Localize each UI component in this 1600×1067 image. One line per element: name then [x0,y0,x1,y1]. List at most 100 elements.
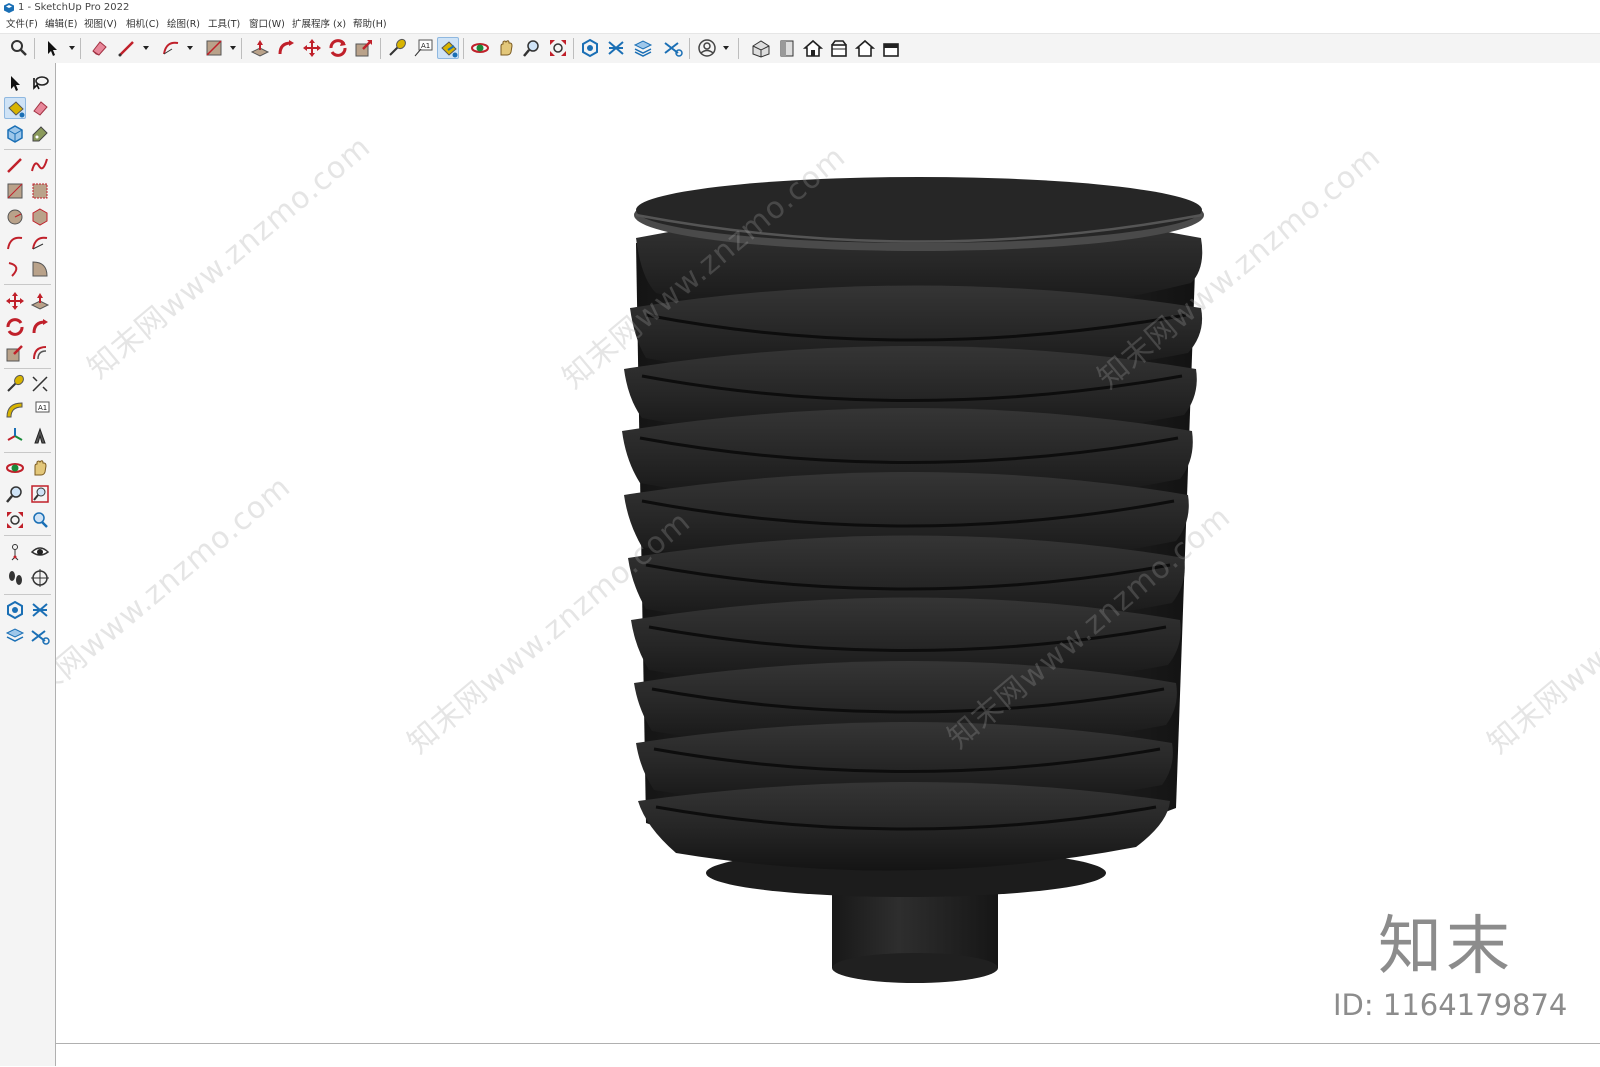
toolbar-separator [4,149,51,150]
eraser-icon[interactable] [88,37,110,59]
3d-text-icon[interactable] [29,425,51,447]
zoom-extents-icon[interactable] [4,509,26,531]
toolbar-separator [573,38,574,59]
title-bar: 1 - SketchUp Pro 2022 [0,0,1600,16]
arc-icon[interactable] [160,37,182,59]
text-icon[interactable]: A1 [412,37,434,59]
asset-id-label: ID: 1164179874 [1333,988,1568,1022]
menu-view[interactable]: 视图(V) [82,16,119,33]
push-pull-icon[interactable] [29,290,51,312]
sketchup-logo-icon [4,3,14,13]
zoom-window-icon[interactable] [29,483,51,505]
rotate-icon[interactable] [4,316,26,338]
side-view-icon[interactable] [828,37,850,59]
arc-icon[interactable] [4,232,26,254]
protractor-icon[interactable] [4,399,26,421]
pan-icon[interactable] [29,457,51,479]
home-view-icon[interactable] [854,37,876,59]
stool-base [832,883,998,983]
orbit-icon[interactable] [4,457,26,479]
paint-bucket-icon[interactable] [4,97,26,119]
select-icon[interactable] [4,72,26,94]
menu-camera[interactable]: 相机(C) [124,16,161,33]
chevron-down-icon[interactable] [69,45,75,51]
section-fill-icon[interactable] [29,625,51,647]
section-plane-icon[interactable] [662,37,684,59]
large-tool-set: A1 [0,63,56,1066]
position-camera-icon[interactable] [4,541,26,563]
components-icon[interactable] [579,37,601,59]
layers-icon[interactable] [4,625,26,647]
toolbar-separator [4,452,51,453]
zoom-icon[interactable] [4,483,26,505]
chevron-down-icon[interactable] [230,45,236,51]
rectangle-icon[interactable] [4,180,26,202]
polygon-icon[interactable] [29,206,51,228]
look-around-icon[interactable] [29,541,51,563]
push-pull-icon[interactable] [249,37,271,59]
rectangle-icon[interactable] [203,37,225,59]
pie-icon[interactable] [29,258,51,280]
menu-tools[interactable]: 工具(T) [206,16,242,33]
lasso-icon[interactable] [29,72,51,94]
follow-me-icon[interactable] [275,37,297,59]
rotate-icon[interactable] [327,37,349,59]
freehand-icon[interactable] [29,154,51,176]
front-view-icon[interactable] [776,37,798,59]
offset-icon[interactable] [29,342,51,364]
search-icon[interactable] [8,37,30,59]
zoom-extents-icon[interactable] [547,37,569,59]
components-icon[interactable] [4,599,26,621]
sections-icon[interactable] [29,599,51,621]
axes-icon[interactable] [4,425,26,447]
line-icon[interactable] [116,37,138,59]
menu-window[interactable]: 窗口(W) [247,16,287,33]
menu-draw[interactable]: 绘图(R) [165,16,202,33]
svg-text:A1: A1 [38,404,47,412]
three-point-arc-icon[interactable] [4,258,26,280]
paint-bucket-icon[interactable] [437,37,459,59]
menu-help[interactable]: 帮助(H) [351,16,389,33]
dimension-icon[interactable] [29,373,51,395]
main-toolbar: A1 [0,33,1600,64]
component-icon[interactable] [4,123,26,145]
tape-measure-icon[interactable] [4,373,26,395]
svg-text:A1: A1 [421,42,430,50]
back-view-icon[interactable] [880,37,902,59]
iso-view-icon[interactable] [750,37,772,59]
scale-icon[interactable] [4,342,26,364]
menu-extensions[interactable]: 扩展程序 (x) [290,16,348,33]
brand-watermark: 知末 [1378,910,1514,984]
menu-edit[interactable]: 编辑(E) [43,16,79,33]
chevron-down-icon[interactable] [143,45,149,51]
zoom-icon[interactable] [521,37,543,59]
line-icon[interactable] [4,154,26,176]
tape-measure-icon[interactable] [386,37,408,59]
modeling-viewport[interactable]: 知末网www.znzmo.com 知末网www.znzmo.com 知末网www… [56,63,1600,1043]
section-plane-icon[interactable] [29,567,51,589]
account-icon[interactable] [696,37,718,59]
top-view-icon[interactable] [802,37,824,59]
layers-icon[interactable] [632,37,654,59]
toolbar-separator [241,38,242,59]
chevron-down-icon[interactable] [723,45,729,51]
move-icon[interactable] [4,290,26,312]
two-point-arc-icon[interactable] [29,232,51,254]
pan-icon[interactable] [495,37,517,59]
rotated-rectangle-icon[interactable] [29,180,51,202]
sections-icon[interactable] [605,37,627,59]
orbit-icon[interactable] [469,37,491,59]
toolbar-separator [80,38,81,59]
circle-icon[interactable] [4,206,26,228]
tag-icon[interactable] [29,123,51,145]
scale-icon[interactable] [353,37,375,59]
move-icon[interactable] [301,37,323,59]
follow-me-icon[interactable] [29,316,51,338]
previous-view-icon[interactable] [29,509,51,531]
chevron-down-icon[interactable] [187,45,193,51]
walk-icon[interactable] [4,567,26,589]
select-icon[interactable] [41,37,63,59]
menu-file[interactable]: 文件(F) [4,16,40,33]
text-icon[interactable]: A1 [29,399,51,421]
eraser-icon[interactable] [29,97,51,119]
